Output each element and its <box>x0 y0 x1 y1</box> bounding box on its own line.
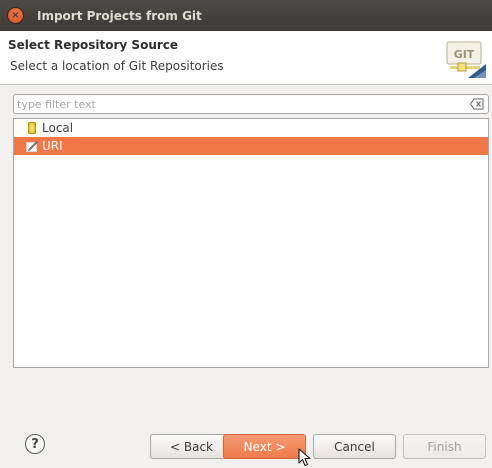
help-icon: ? <box>31 436 39 452</box>
filter-input[interactable] <box>14 96 470 112</box>
close-window-button[interactable]: × <box>8 8 23 23</box>
git-logo-text: GIT <box>454 48 475 61</box>
back-button[interactable]: < Back <box>150 434 233 459</box>
page-description: Select a location of Git Repositories <box>10 59 224 73</box>
close-icon: × <box>11 10 20 21</box>
tree-item-uri[interactable]: URI <box>14 137 488 155</box>
window-title: Import Projects from Git <box>37 8 202 23</box>
title-bar[interactable]: × Import Projects from Git <box>0 0 492 31</box>
import-dialog: × Import Projects from Git Select Reposi… <box>0 0 492 468</box>
cancel-button[interactable]: Cancel <box>313 434 396 459</box>
repository-source-tree[interactable]: Local URI <box>13 118 489 368</box>
finish-button[interactable]: Finish <box>403 434 486 459</box>
uri-icon <box>26 141 38 152</box>
page-title: Select Repository Source <box>8 38 179 52</box>
next-button[interactable]: Next > <box>223 434 306 459</box>
wizard-header: Select Repository Source Select a locati… <box>0 31 492 85</box>
tree-item-local[interactable]: Local <box>14 119 488 137</box>
repository-icon <box>28 122 36 134</box>
clear-filter-icon[interactable] <box>470 98 484 110</box>
tree-item-label: Local <box>42 121 74 135</box>
help-button[interactable]: ? <box>25 434 45 454</box>
git-logo-icon: GIT <box>446 41 486 78</box>
filter-field[interactable] <box>13 94 489 114</box>
tree-item-label: URI <box>42 139 63 153</box>
mouse-cursor-icon <box>298 448 311 467</box>
